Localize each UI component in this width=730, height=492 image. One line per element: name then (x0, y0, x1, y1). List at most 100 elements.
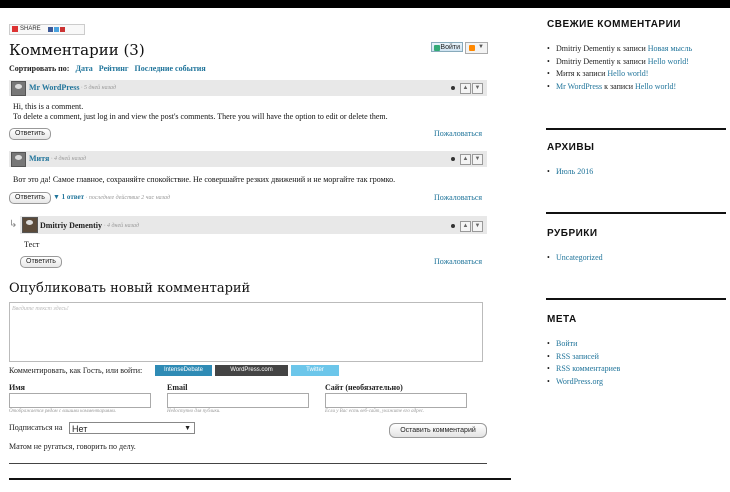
avatar (22, 217, 38, 233)
comment-text-line: To delete a comment, just log in and vie… (13, 112, 388, 121)
recent-comment-post-link[interactable]: Hello world! (607, 69, 648, 78)
meta-link-wordpress[interactable]: WordPress.org (556, 377, 603, 386)
email-label: Email (167, 383, 188, 392)
email-hint: Недоступно для публики. (167, 409, 221, 414)
comment-meta: · 4 дней назад (51, 156, 87, 162)
meta-item: RSS записей (547, 351, 620, 364)
comment-text-line: Hi, this is a comment. (13, 102, 84, 111)
meta-list: Войти RSS записей RSS комментариев WordP… (547, 338, 620, 388)
reply-button[interactable]: Ответить (20, 256, 62, 268)
archive-item: Июль 2016 (547, 166, 593, 179)
recent-comment-item: Dmitriy Dementiy к записи Новая мысль (547, 43, 692, 56)
archive-link[interactable]: Июль 2016 (556, 167, 593, 176)
meta-link-rss-comments[interactable]: RSS комментариев (556, 364, 620, 373)
archives-list: Июль 2016 (547, 166, 593, 179)
sidebar-divider (546, 212, 726, 214)
report-link[interactable]: Пожаловаться (434, 129, 482, 138)
more-icon[interactable] (60, 27, 66, 32)
chevron-down-icon: ▼ (184, 425, 191, 432)
recent-comment-sep: к записи (574, 69, 608, 78)
meta-link-rss-posts[interactable]: RSS записей (556, 352, 599, 361)
archives-title: АРХИВЫ (547, 142, 595, 153)
recent-comment-author: Митя (556, 69, 575, 78)
comment-rules: Матом не ругаться, говорить по делу. (9, 442, 136, 451)
reply-button[interactable]: Ответить (9, 128, 51, 140)
divider (9, 478, 511, 480)
thumbs-up-icon[interactable]: ▲ (460, 221, 471, 232)
recent-comment-item: Dmitriy Dementiy к записи Hello world! (547, 56, 692, 69)
intensedebate-login-button[interactable]: IntenseDebate (155, 365, 212, 376)
website-field[interactable] (325, 393, 467, 408)
login-button[interactable]: Войти (431, 42, 463, 52)
rating-dot-icon (451, 224, 455, 228)
comment-author[interactable]: Митя (29, 154, 49, 163)
share-icon (12, 26, 18, 32)
thumbs-up-icon[interactable]: ▲ (460, 154, 471, 165)
wordpress-login-button[interactable]: WordPress.com (215, 365, 288, 376)
website-label: Сайт (необязательно) (325, 383, 403, 392)
facebook-icon[interactable] (48, 27, 54, 32)
subscribe-label: Подписаться на (9, 423, 63, 432)
vote-controls: ▲ ▼ (451, 83, 491, 94)
thumbs-down-icon[interactable]: ▼ (472, 154, 483, 165)
recent-comments-title: СВЕЖИЕ КОММЕНТАРИИ (547, 19, 681, 30)
sort-label: Сортировать по: (9, 64, 70, 73)
submit-comment-button[interactable]: Оставить комментарий (389, 423, 487, 438)
category-link[interactable]: Uncategorized (556, 253, 603, 262)
recent-comment-post-link[interactable]: Новая мысль (648, 44, 692, 53)
meta-link-login[interactable]: Войти (556, 339, 577, 348)
login-button-label: Войти (440, 44, 460, 51)
rss-dropdown[interactable]: ▼ (465, 42, 488, 54)
recent-comment-author: Dmitriy Dementiy (556, 56, 615, 66)
recent-comment-post-link[interactable]: Hello world! (635, 82, 676, 91)
meta-item: WordPress.org (547, 376, 620, 389)
recent-comment-post-link[interactable]: Hello world! (648, 57, 689, 66)
comment-textarea[interactable]: Введите текст здесь! (9, 302, 483, 362)
comment-text-line: Тест (24, 240, 40, 249)
rating-dot-icon (451, 86, 455, 90)
thumbs-down-icon[interactable]: ▼ (472, 221, 483, 232)
thumbs-down-icon[interactable]: ▼ (472, 83, 483, 94)
comment-meta: · 5 дней назад (81, 85, 117, 91)
divider (9, 463, 487, 464)
chevron-down-icon: ▼ (478, 44, 484, 50)
login-prompt: Комментировать, как Гость, или войти: (9, 366, 143, 375)
report-link[interactable]: Пожаловаться (434, 257, 482, 266)
email-field[interactable] (167, 393, 309, 408)
meta-item: Войти (547, 338, 620, 351)
recent-comment-item: Митя к записи Hello world! (547, 68, 692, 81)
thumbs-up-icon[interactable]: ▲ (460, 83, 471, 94)
sort-rating[interactable]: Рейтинг (99, 64, 129, 73)
reply-button[interactable]: Ответить (9, 192, 51, 204)
sort-row: Сортировать по: Дата Рейтинг Последние с… (9, 64, 206, 73)
comment-meta: · 4 дней назад (104, 223, 140, 229)
recent-comment-sep: к записи (602, 81, 635, 91)
recent-comment-item: Mr WordPress к записи Hello world! (547, 81, 692, 94)
comment-author[interactable]: Dmitriy Dementiy (40, 221, 102, 230)
sidebar-divider (546, 298, 726, 300)
thread-toggle[interactable]: ▼ 1 ответ (53, 193, 84, 201)
avatar (11, 152, 26, 167)
recent-comment-author[interactable]: Mr WordPress (556, 82, 602, 91)
twitter-login-button[interactable]: Twitter (291, 365, 339, 376)
thread-last-activity: · последнее действие 2 час назад (85, 195, 171, 201)
subscribe-value: Нет (72, 424, 88, 434)
sort-date[interactable]: Дата (75, 64, 92, 73)
sidebar-divider (546, 128, 726, 130)
subscribe-select[interactable]: Нет ▼ (69, 422, 195, 434)
meta-item: RSS комментариев (547, 363, 620, 376)
recent-comment-author: Dmitriy Dementiy (556, 44, 615, 53)
comment-text-line: Вот это да! Самое главное, сохраняйте сп… (13, 175, 396, 184)
sort-recent[interactable]: Последние события (135, 64, 206, 73)
share-bar[interactable]: SHARE (9, 24, 85, 35)
report-link[interactable]: Пожаловаться (434, 193, 482, 202)
intensedebate-icon (434, 45, 440, 51)
name-field[interactable] (9, 393, 151, 408)
vote-controls: ▲ ▼ (451, 221, 491, 232)
thread-info: ▼ 1 ответ · последнее действие 2 час наз… (53, 193, 170, 201)
top-bar (0, 0, 730, 8)
comment-author[interactable]: Mr WordPress (29, 83, 79, 92)
categories-list: Uncategorized (547, 252, 603, 265)
twitter-icon[interactable] (54, 27, 60, 32)
comment-placeholder: Введите текст здесь! (12, 306, 69, 312)
